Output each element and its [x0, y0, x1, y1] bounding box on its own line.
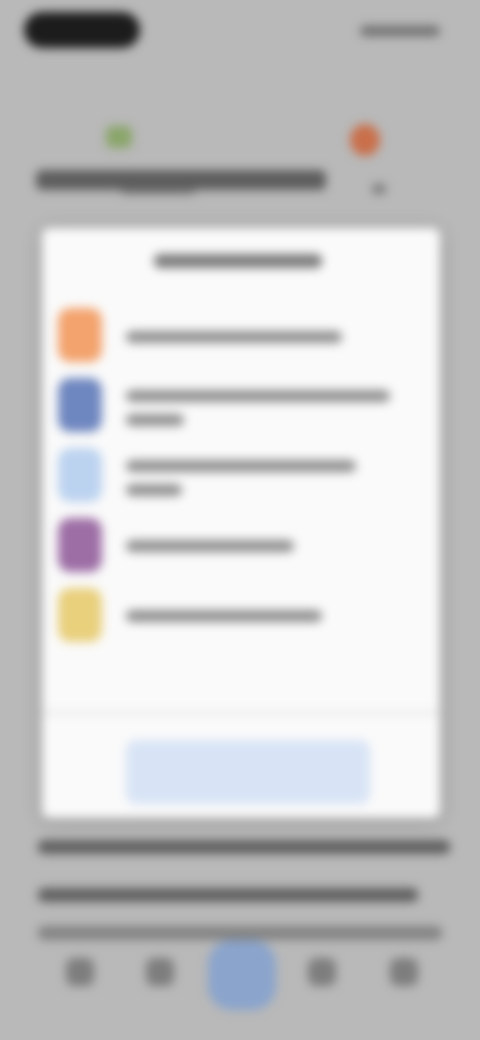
- blue-option-icon: [58, 378, 102, 432]
- bottom-tab-bar: [0, 940, 480, 1040]
- option-item[interactable]: [42, 588, 440, 658]
- status-icons: [360, 26, 440, 36]
- option-text-line-2: [126, 414, 184, 426]
- tab-icon[interactable]: [308, 958, 336, 986]
- modal-divider: [42, 712, 440, 714]
- option-text: [126, 610, 322, 622]
- option-item[interactable]: [42, 448, 440, 518]
- option-text: [126, 390, 390, 402]
- profile-icon[interactable]: [350, 124, 380, 156]
- modal-action-area: [42, 726, 440, 818]
- status-time-pill: [24, 12, 140, 48]
- section-title: [36, 170, 326, 190]
- option-text: [126, 460, 356, 472]
- option-item[interactable]: [42, 518, 440, 588]
- top-navigation: [0, 60, 480, 194]
- description-line: [38, 888, 418, 902]
- navigation-right-label: [372, 184, 386, 194]
- description-line: [38, 840, 450, 854]
- option-item[interactable]: [42, 308, 440, 378]
- option-text: [126, 331, 342, 343]
- description-text: [0, 832, 480, 942]
- choice-modal: [42, 228, 440, 818]
- option-text: [126, 540, 294, 552]
- tab-icon[interactable]: [66, 958, 94, 986]
- purple-option-icon: [58, 518, 102, 572]
- option-text-line-2: [126, 484, 182, 496]
- option-item[interactable]: [42, 378, 440, 448]
- modal-action-button[interactable]: [126, 740, 370, 804]
- active-tab[interactable]: [208, 940, 276, 1010]
- tab-icon[interactable]: [390, 958, 418, 986]
- light-blue-option-icon: [58, 448, 102, 502]
- status-bar: [0, 0, 480, 60]
- modal-title: [154, 254, 322, 268]
- orange-option-icon: [58, 308, 102, 362]
- navigation-left-icon[interactable]: [106, 126, 132, 148]
- yellow-option-icon: [58, 588, 102, 642]
- tab-icon[interactable]: [146, 958, 174, 986]
- description-line: [38, 926, 442, 940]
